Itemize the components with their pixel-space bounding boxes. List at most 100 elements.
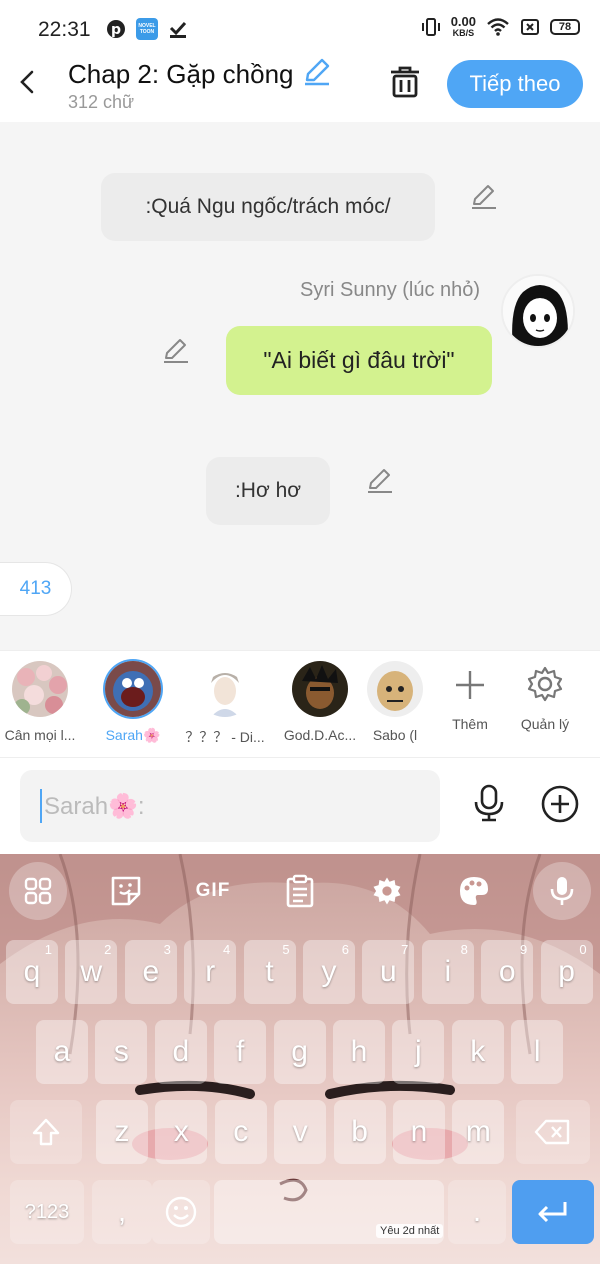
period-key[interactable]: . <box>448 1180 506 1244</box>
key-label: c <box>233 1115 249 1148</box>
character-item[interactable]: ？？？ - Di... <box>180 661 270 747</box>
key-s[interactable]: s <box>95 1020 148 1084</box>
key-e[interactable]: e3 <box>124 940 177 1004</box>
screen-record-icon <box>521 19 539 35</box>
key-q[interactable]: q1 <box>6 940 58 1004</box>
key-j[interactable]: j <box>392 1020 445 1084</box>
theme-button[interactable] <box>449 866 499 916</box>
character-item[interactable]: Sabo (l <box>360 661 430 743</box>
key-r[interactable]: r4 <box>184 940 237 1004</box>
status-bar: 22:31 p NOVEL TOON 0.00 KB/S 78 <box>0 0 600 56</box>
add-content-button[interactable] <box>538 782 582 831</box>
net-speed-unit: KB/S <box>452 28 475 38</box>
narration-bubble[interactable]: :Quá Ngu ngốc/trách móc/ <box>101 173 435 241</box>
key-label: v <box>292 1115 308 1148</box>
key-b[interactable]: b <box>333 1100 386 1164</box>
key-hint: 6 <box>341 942 349 957</box>
chat-area[interactable]: :Quá Ngu ngốc/trách móc/ Syri Sunny (lúc… <box>0 122 600 650</box>
key-t[interactable]: t5 <box>243 940 296 1004</box>
key-n[interactable]: n <box>393 1100 445 1164</box>
keyboard-theme-tag: Yêu 2d nhất <box>376 1224 444 1238</box>
comma-key[interactable]: , <box>92 1180 152 1244</box>
key-hint: 9 <box>519 942 528 957</box>
key-o[interactable]: o9 <box>481 940 534 1004</box>
character-avatar <box>197 661 253 717</box>
input-row: Sarah🌸: <box>0 758 600 854</box>
keyboard-voice-button[interactable] <box>533 862 591 920</box>
key-h[interactable]: h <box>333 1020 385 1084</box>
character-item[interactable]: Cân mọi l... <box>0 661 85 743</box>
sticker-button[interactable] <box>101 866 151 916</box>
message-count-badge[interactable]: 413 <box>0 562 72 616</box>
character-name: Sabo (l <box>372 727 418 743</box>
manage-characters-button[interactable]: Quản lý <box>505 665 585 732</box>
key-f[interactable]: f <box>214 1020 267 1084</box>
key-label: f <box>236 1035 245 1068</box>
editor-header: Chap 2: Gặp chồng 312 chữ Tiếp theo <box>0 56 600 122</box>
character-item-selected[interactable]: Sarah🌸 <box>88 661 178 744</box>
narration-bubble[interactable]: :Hơ hơ <box>206 457 330 525</box>
novel-toon-icon: NOVEL TOON <box>136 18 158 40</box>
edit-title-button[interactable] <box>302 56 332 93</box>
add-character-button[interactable]: Thêm <box>430 665 510 732</box>
key-i[interactable]: i8 <box>421 940 474 1004</box>
enter-key[interactable] <box>512 1180 594 1244</box>
key-label: x <box>173 1115 189 1148</box>
character-avatar <box>12 661 68 717</box>
key-k[interactable]: k <box>451 1020 504 1084</box>
emoji-key[interactable] <box>152 1180 210 1244</box>
sticker-icon <box>111 876 141 906</box>
key-label: u <box>380 955 397 988</box>
key-m[interactable]: m <box>452 1100 505 1164</box>
voice-input-button[interactable] <box>468 782 510 829</box>
key-label: h <box>350 1035 368 1068</box>
key-y[interactable]: y6 <box>303 940 355 1004</box>
net-speed-value: 0.00 <box>450 14 476 29</box>
key-g[interactable]: g <box>273 1020 326 1084</box>
grid-icon <box>24 877 52 905</box>
download-done-icon <box>169 21 187 38</box>
plus-circle-icon <box>541 785 579 823</box>
key-z[interactable]: z <box>96 1100 148 1164</box>
key-label: s <box>113 1035 129 1068</box>
back-button[interactable] <box>16 68 40 101</box>
shift-key[interactable] <box>10 1100 82 1164</box>
clipboard-button[interactable] <box>275 866 325 916</box>
next-button[interactable]: Tiếp theo <box>447 60 583 108</box>
keyboard-settings-button[interactable] <box>362 866 412 916</box>
character-item[interactable]: God.D.Ac... <box>275 661 365 743</box>
backspace-key[interactable] <box>516 1100 590 1164</box>
key-w[interactable]: w2 <box>65 940 118 1004</box>
gear-icon <box>373 877 401 905</box>
keyboard-menu-button[interactable] <box>9 862 67 920</box>
key-u[interactable]: u7 <box>362 940 415 1004</box>
key-hint: 7 <box>401 942 409 957</box>
key-label: r <box>205 955 216 988</box>
key-d[interactable]: d <box>154 1020 207 1084</box>
key-l[interactable]: l <box>511 1020 564 1084</box>
key-hint: 2 <box>104 942 112 957</box>
keyboard: GIF ?123 , Yêu 2d nhất . q1w2e3r4t5y6u7i… <box>0 854 600 1264</box>
speech-bubble[interactable]: "Ai biết gì đâu trời" <box>226 326 492 395</box>
key-label: i <box>444 955 452 988</box>
key-p[interactable]: p0 <box>540 940 593 1004</box>
edit-message-button[interactable] <box>366 466 394 499</box>
character-avatar <box>105 661 161 717</box>
key-a[interactable]: a <box>36 1020 88 1084</box>
symbols-key[interactable]: ?123 <box>10 1180 84 1244</box>
key-c[interactable]: c <box>214 1100 267 1164</box>
chapter-title: Chap 2: Gặp chồng <box>68 59 294 89</box>
add-character-label: Thêm <box>452 716 488 732</box>
edit-message-button[interactable] <box>470 182 498 215</box>
key-v[interactable]: v <box>274 1100 327 1164</box>
delete-button[interactable] <box>388 64 422 105</box>
key-label: a <box>53 1035 71 1068</box>
enter-icon <box>538 1202 567 1223</box>
key-x[interactable]: x <box>155 1100 208 1164</box>
edit-message-button[interactable] <box>162 336 190 369</box>
message-input[interactable]: Sarah🌸: <box>20 770 440 842</box>
speaker-avatar[interactable] <box>501 274 575 348</box>
gif-button[interactable]: GIF <box>188 866 238 916</box>
key-hint: 0 <box>579 942 587 957</box>
emoji-icon <box>165 1196 197 1228</box>
